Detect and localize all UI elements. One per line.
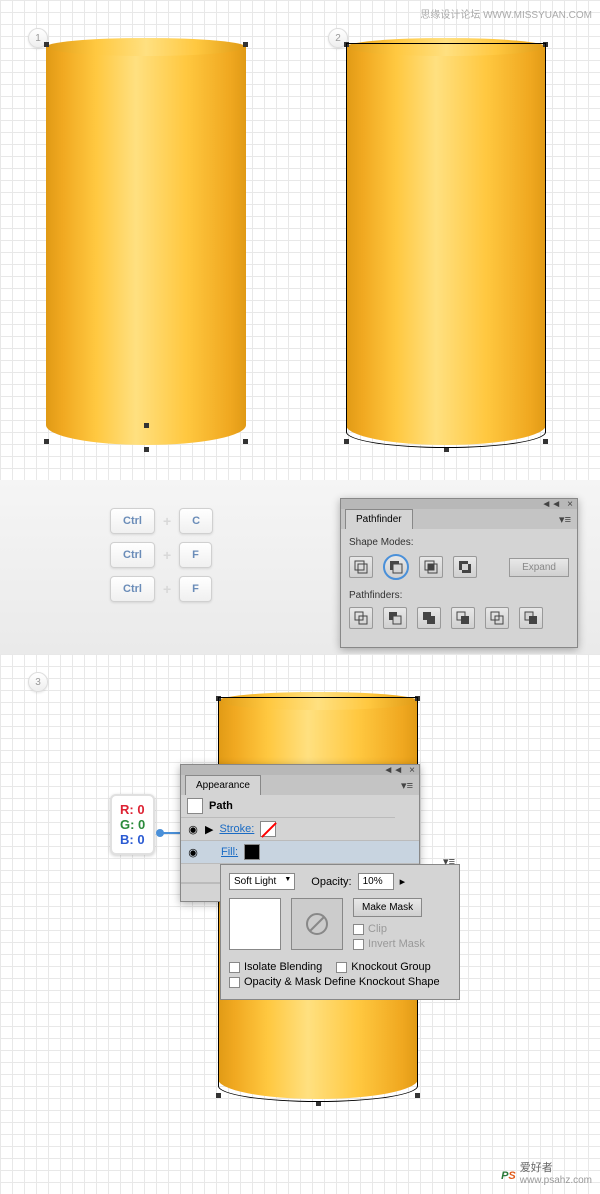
blend-mode-select[interactable]: Soft Light xyxy=(229,873,295,890)
key-f: F xyxy=(179,576,212,602)
cylinder-shape-2 xyxy=(346,30,546,450)
key-c: C xyxy=(179,508,213,534)
exclude-icon[interactable] xyxy=(453,556,477,578)
plus-icon: + xyxy=(163,547,171,563)
opacity-input[interactable]: 10% xyxy=(358,873,394,890)
key-f: F xyxy=(179,542,212,568)
pathfinder-panel: ◄◄× Pathfinder▾≡ Shape Modes: Expand Pat… xyxy=(340,498,578,648)
define-label: Opacity & Mask Define Knockout Shape xyxy=(244,976,440,988)
site-name: 爱好者 xyxy=(520,1159,592,1175)
invert-checkbox[interactable] xyxy=(353,939,364,950)
knockout-checkbox[interactable] xyxy=(336,962,347,973)
opacity-slider-icon[interactable]: ▸ xyxy=(400,875,406,888)
visibility-icon[interactable]: ◉ xyxy=(187,823,199,835)
panel-header: ◄◄× xyxy=(181,765,419,775)
pathfinder-tab[interactable]: Pathfinder xyxy=(345,509,413,529)
rgb-b: B: 0 xyxy=(120,832,145,847)
plus-icon: + xyxy=(163,513,171,529)
rgb-g: G: 0 xyxy=(120,817,145,832)
isolate-label: Isolate Blending xyxy=(244,961,322,973)
key-ctrl: Ctrl xyxy=(110,542,155,568)
cylinder-shape-1 xyxy=(46,30,246,450)
knockout-label: Knockout Group xyxy=(351,961,431,973)
step-badge-3: 3 xyxy=(28,672,48,692)
key-ctrl: Ctrl xyxy=(110,508,155,534)
transparency-panel: ▾≡ Soft Light Opacity: 10% ▸ Make Mask C… xyxy=(220,864,460,1000)
mask-thumbnail[interactable] xyxy=(291,898,343,950)
tutorial-grid-top: 思缘设计论坛 WWW.MISSYUAN.COM 1 2 xyxy=(0,0,600,480)
invert-label: Invert Mask xyxy=(368,938,425,950)
pathfinders-label: Pathfinders: xyxy=(349,590,569,601)
visibility-icon[interactable]: ◉ xyxy=(187,846,199,858)
path-swatch xyxy=(187,798,203,814)
stroke-swatch[interactable] xyxy=(260,821,276,837)
site-watermark: PS 爱好者 www.psahz.com xyxy=(501,1158,592,1186)
shortcuts-panel-area: Ctrl + C Ctrl + F Ctrl + F ◄◄× Pathfinde… xyxy=(0,480,600,654)
trim-icon[interactable] xyxy=(383,607,407,629)
appearance-tab[interactable]: Appearance xyxy=(185,775,261,795)
crop-icon[interactable] xyxy=(451,607,475,629)
define-checkbox[interactable] xyxy=(229,977,240,988)
expand-button[interactable]: Expand xyxy=(509,558,569,577)
fill-label[interactable]: Fill: xyxy=(221,846,238,858)
make-mask-button[interactable]: Make Mask xyxy=(353,898,422,917)
unite-icon[interactable] xyxy=(349,556,373,578)
intersect-icon[interactable] xyxy=(419,556,443,578)
stroke-label[interactable]: Stroke: xyxy=(219,823,254,835)
minus-front-icon[interactable] xyxy=(383,554,409,580)
fill-swatch[interactable] xyxy=(244,844,260,860)
rgb-values: R: 0 G: 0 B: 0 xyxy=(110,794,155,855)
opacity-label: Opacity: xyxy=(311,876,351,888)
isolate-checkbox[interactable] xyxy=(229,962,240,973)
shape-modes-label: Shape Modes: xyxy=(349,537,569,548)
outline-icon[interactable] xyxy=(485,607,509,629)
tutorial-grid-bottom: 3 R: 0 G: 0 B: 0 ◄◄× Appearance▾≡ Path ◉… xyxy=(0,654,600,1194)
object-thumbnail[interactable] xyxy=(229,898,281,950)
minus-back-icon[interactable] xyxy=(519,607,543,629)
path-label: Path xyxy=(209,800,233,812)
divide-icon[interactable] xyxy=(349,607,373,629)
clip-label: Clip xyxy=(368,923,387,935)
clip-checkbox[interactable] xyxy=(353,924,364,935)
merge-icon[interactable] xyxy=(417,607,441,629)
panel-header: ◄◄× xyxy=(341,499,577,509)
site-url: www.psahz.com xyxy=(520,1175,592,1186)
key-ctrl: Ctrl xyxy=(110,576,155,602)
plus-icon: + xyxy=(163,581,171,597)
rgb-r: R: 0 xyxy=(120,802,145,817)
expand-icon[interactable]: ▶ xyxy=(205,823,213,836)
